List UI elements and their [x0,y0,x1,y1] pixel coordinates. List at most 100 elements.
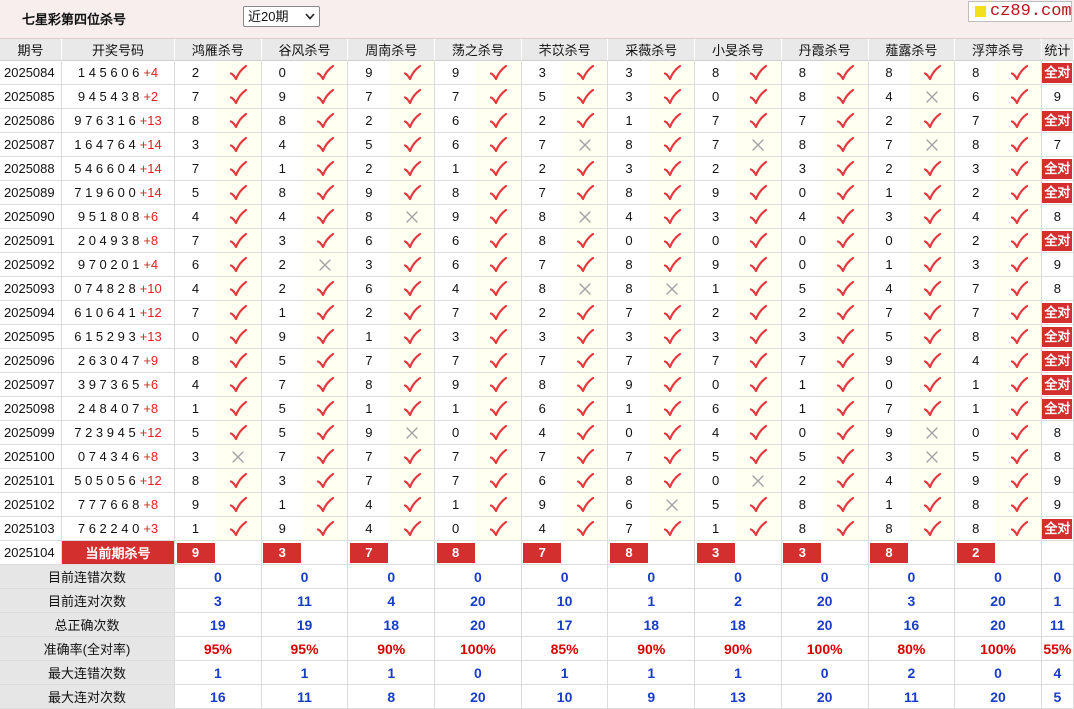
draw-numbers-cell: 1 6 4 7 6 4 +14 [62,133,175,157]
period-cell: 2025088 [0,157,62,181]
kill-number: 9 [175,493,216,517]
column-header-stat: 统计 [1041,39,1074,61]
kill-number: 7 [868,301,910,325]
kill-number: 7 [435,301,477,325]
kill-number: 6 [175,253,216,277]
kill-number: 2 [955,181,997,205]
check-icon [316,208,335,224]
row-stat-cell: 全对 [1041,397,1074,421]
check-icon [923,112,941,128]
check-icon [923,64,941,80]
kill-result [216,61,262,85]
kill-number: 3 [955,157,997,181]
summary-value: 1 [348,661,436,685]
kill-result [476,517,522,541]
check-icon [1010,232,1028,248]
kill-number: 6 [521,397,563,421]
kill-number: 9 [521,493,563,517]
period-cell: 2025094 [0,301,62,325]
kill-number: 0 [435,517,477,541]
check-icon [1010,376,1028,392]
check-icon [663,304,681,320]
period-cell: 2025085 [0,85,62,109]
kill-result [216,349,262,373]
check-icon [1010,64,1028,80]
check-icon [923,520,941,536]
kill-number: 5 [521,85,563,109]
kill-result [216,157,262,181]
kill-result [216,373,262,397]
check-icon [923,328,941,344]
check-icon [923,376,941,392]
kill-number: 4 [261,133,303,157]
kill-result [822,421,869,445]
kill-number: 4 [695,421,737,445]
kill-result [996,517,1042,541]
draw-bonus-number: +14 [139,137,162,152]
site-logo[interactable]: cz89.com [968,1,1072,22]
kill-result [909,229,956,253]
kill-number: 6 [955,85,997,109]
kill-number: 9 [955,469,997,493]
column-header-expert: 谷风杀号 [261,39,349,61]
cross-icon [752,474,765,487]
table-row: 2025100 0 7 4 3 4 6 +8 3 7 7 7 7 7 5 5 3 5 8 [0,445,1074,469]
kill-number: 1 [695,517,737,541]
all-correct-badge: 全对 [1042,398,1073,419]
kill-result [736,301,782,325]
draw-numbers: 1 6 4 7 6 4 [74,137,136,152]
empty-cell [996,541,1042,565]
check-icon [490,64,508,80]
kill-number-table: 期号 开奖号码 鸿雁杀号 谷风杀号 周南杀号 荡之杀号 芣苡杀号 采薇杀号 小旻杀号 丹霞杀号 薤露… [0,39,1074,709]
kill-result [649,301,696,325]
kill-result [476,277,522,301]
draw-bonus-number: +8 [143,497,159,512]
kill-number: 1 [868,253,910,277]
kill-number: 3 [348,253,390,277]
summary-value: 0 [175,565,262,589]
draw-numbers: 6 1 0 6 4 1 [74,305,136,320]
period-range-select[interactable]: 近20期 [243,6,320,27]
summary-value: 20 [435,589,522,613]
kill-result [736,397,782,421]
check-icon [490,136,508,152]
draw-numbers-cell: 0 7 4 3 4 6 +8 [62,445,175,469]
check-icon [1010,472,1028,488]
kill-result [996,493,1042,517]
kill-number: 6 [435,253,477,277]
cross-icon [926,138,938,151]
kill-result [996,133,1042,157]
kill-result [996,277,1042,301]
kill-number: 4 [175,277,216,301]
kill-result [216,277,262,301]
correct-count: 8 [1053,449,1061,464]
period-cell: 2025092 [0,253,62,277]
kill-result [996,61,1042,85]
column-header-expert: 芣苡杀号 [521,39,609,61]
kill-number: 4 [608,205,650,229]
check-icon [230,520,248,536]
kill-number: 7 [608,301,650,325]
check-icon [316,64,335,80]
table-row: 2025090 9 5 1 8 0 8 +6 4 4 8 9 8 4 3 4 3 4 8 [0,205,1074,229]
current-kill-row: 2025104 当前期杀号 9 3 7 8 7 8 3 3 8 2 [0,541,1074,565]
kill-number: 4 [261,205,303,229]
period-cell: 2025099 [0,421,62,445]
kill-result [649,517,696,541]
kill-result [302,277,349,301]
kill-number: 7 [348,445,390,469]
kill-result [649,469,696,493]
kill-number: 5 [175,421,216,445]
kill-number: 2 [348,301,390,325]
check-icon [750,328,768,344]
draw-numbers: 7 2 3 9 4 5 [74,425,136,440]
kill-number: 5 [261,421,303,445]
kill-result [476,325,522,349]
summary-value: 100% [435,637,522,661]
draw-numbers-cell: 9 4 5 4 3 8 +2 [62,85,175,109]
check-icon [1010,328,1028,344]
draw-numbers: 6 1 5 2 9 3 [74,329,136,344]
kill-result [476,181,522,205]
row-stat-cell: 全对 [1041,301,1074,325]
check-icon [837,472,855,488]
